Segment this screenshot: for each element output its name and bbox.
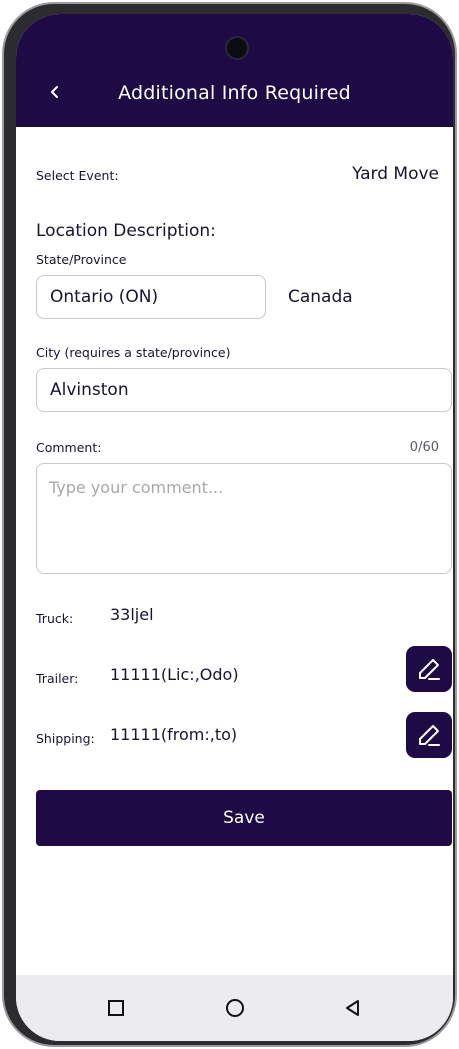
state-value: Ontario (ON) <box>50 287 159 307</box>
truck-value: 33ljel <box>110 605 154 624</box>
comment-label: Comment: <box>36 440 102 455</box>
state-field[interactable]: Ontario (ON) <box>36 275 266 319</box>
nav-back-button[interactable] <box>338 993 368 1023</box>
city-label: City (requires a state/province) <box>36 345 231 360</box>
comment-counter: 0/60 <box>409 440 439 455</box>
app-header: Additional Info Required <box>16 14 453 127</box>
city-value: Alvinston <box>50 380 129 400</box>
edit-shipping-button[interactable] <box>406 712 452 758</box>
save-button[interactable]: Save <box>36 790 452 846</box>
triangle-back-icon <box>346 1000 359 1016</box>
select-event-label: Select Event: <box>36 168 119 183</box>
camera-icon <box>225 36 249 60</box>
screen: Additional Info Required Select Event: Y… <box>16 14 453 1041</box>
truck-label: Truck: <box>36 611 74 626</box>
city-field[interactable]: Alvinston <box>36 368 452 412</box>
page-title: Additional Info Required <box>118 82 351 104</box>
square-icon <box>108 1000 124 1016</box>
location-section-title: Location Description: <box>36 221 216 241</box>
circle-icon <box>226 999 244 1017</box>
pencil-icon <box>419 725 440 746</box>
system-navbar <box>16 975 453 1041</box>
trailer-label: Trailer: <box>36 671 79 686</box>
recents-button[interactable] <box>101 993 131 1023</box>
shipping-label: Shipping: <box>36 731 95 746</box>
comment-placeholder: Type your comment... <box>49 478 224 497</box>
select-event-value[interactable]: Yard Move <box>352 164 439 184</box>
comment-field[interactable]: Type your comment... <box>36 463 452 574</box>
trailer-value: 11111(Lic:,Odo) <box>110 665 239 684</box>
country-value: Canada <box>288 287 353 307</box>
pencil-icon <box>419 659 440 680</box>
shipping-value: 11111(from:,to) <box>110 725 238 744</box>
edit-trailer-button[interactable] <box>406 646 452 692</box>
state-label: State/Province <box>36 252 127 267</box>
phone-frame: Additional Info Required Select Event: Y… <box>2 2 457 1047</box>
home-button[interactable] <box>220 993 250 1023</box>
